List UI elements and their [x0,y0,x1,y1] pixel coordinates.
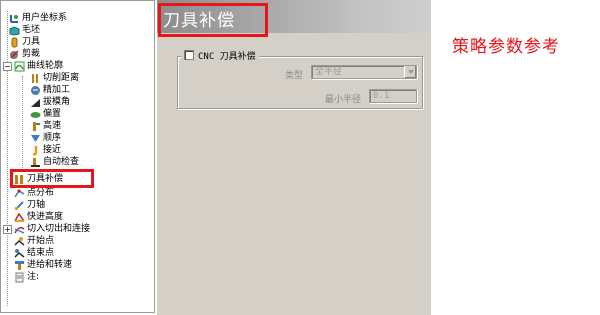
tree-item-label: 剪裁 [22,49,41,59]
tree-item-label: 用户坐标系 [22,13,68,23]
cnc-compensation-checkbox[interactable] [184,50,194,60]
chevron-down-icon[interactable] [404,66,416,78]
settings-panel: 刀具补偿 CNC 刀具补偿 类型 全半径 最小半径 0.1 [157,0,431,315]
type-select-value: 全半径 [315,67,343,77]
collapse-toggle[interactable]: − [3,62,12,71]
tree-item-label: 开始点 [27,236,55,246]
tree-item-label: 快进高度 [27,212,64,222]
tree-item-end-point[interactable]: 结束点 [14,247,54,259]
tree-item-label: 点分布 [27,188,55,198]
type-select[interactable]: 全半径 [311,65,417,79]
end-point-icon [14,248,25,259]
approach-icon [30,145,41,156]
tree-item-stock[interactable]: 毛坯 [9,24,40,36]
cnc-compensation-label: CNC 刀具补偿 [198,51,256,62]
tree-item-offset[interactable]: 偏置 [30,108,61,120]
tree-item-rapid-height[interactable]: 快进高度 [14,211,63,223]
draft-angle-icon [30,97,41,108]
min-radius-label: 最小半径 [325,95,362,105]
high-speed-icon [30,121,41,132]
tree-item-high-speed[interactable]: 高速 [30,120,61,132]
annotation-text: 策略参数参考 [452,37,560,57]
order-icon [30,133,41,144]
tree-connector [7,11,8,306]
tree-item-label: 刀具 [22,37,41,47]
point-distribution-icon [14,188,25,199]
tree-item-feed-speed[interactable]: 进给和转速 [14,259,72,271]
tree-item-label: 毛坯 [22,25,41,35]
tree-item-label: 自动检查 [43,157,80,167]
tree-item-finishing[interactable]: 精加工 [30,84,70,96]
tree-item-point-distribution[interactable]: 点分布 [14,187,54,199]
tree-item-leads-links[interactable]: 切入切出和连接 [14,223,90,235]
type-label: 类型 [285,71,304,81]
tree-item-trim[interactable]: 剪裁 [9,48,40,60]
tree-item-label: 顺序 [43,133,62,143]
feed-speed-icon [14,260,25,271]
auto-check-icon [30,157,41,168]
cnc-compensation-toggle[interactable]: CNC 刀具补偿 [181,48,259,62]
strategy-tree[interactable]: 用户坐标系 毛坯 刀具 剪裁 − 曲线轮廓 切削距离 精加工 拔模角 偏置 高速… [0,0,155,313]
tree-item-label: 接近 [43,145,62,155]
title-highlight [158,3,268,37]
tree-item-user-coordinate[interactable]: 用户坐标系 [9,12,67,24]
tool-icon [9,37,20,48]
tree-connector [22,76,23,168]
tree-item-label: 曲线轮廓 [27,61,64,71]
tree-item-label: 精加工 [43,85,71,95]
tree-item-tool-axis[interactable]: 刀轴 [14,199,45,211]
tree-item-cut-distance[interactable]: 切削距离 [30,72,79,84]
tree-item-label: 进给和转速 [27,260,73,270]
finishing-icon [30,85,41,96]
min-radius-input[interactable]: 0.1 [369,89,417,103]
tree-selection-highlight [10,169,94,188]
tree-item-draft-angle[interactable]: 拔模角 [30,96,70,108]
tree-item-order[interactable]: 顺序 [30,132,61,144]
min-radius-value: 0.1 [373,91,390,101]
rapid-height-icon [14,212,25,223]
tree-item-curve-profile[interactable]: 曲线轮廓 [14,60,63,72]
tree-item-notes[interactable]: 注: [14,271,39,283]
leads-links-icon [14,224,25,235]
tree-item-label: 结束点 [27,248,55,258]
curve-profile-icon [14,61,25,72]
tree-item-start-point[interactable]: 开始点 [14,235,54,247]
start-point-icon [14,236,25,247]
tree-item-label: 偏置 [43,109,62,119]
expand-toggle[interactable]: + [3,225,12,234]
cut-distance-icon [30,73,41,84]
tree-item-label: 高速 [43,121,62,131]
tree-item-label: 切入切出和连接 [27,224,91,234]
trim-icon [9,49,20,60]
notes-icon [14,272,25,283]
tree-item-label: 刀轴 [27,200,46,210]
stock-block-icon [9,25,20,36]
tree-item-tool[interactable]: 刀具 [9,36,40,48]
tree-item-auto-check[interactable]: 自动检查 [30,156,79,168]
tool-axis-icon [14,200,25,211]
tree-item-label: 注: [27,272,40,282]
tree-item-approach[interactable]: 接近 [30,144,61,156]
tree-item-label: 切削距离 [43,73,80,83]
tree-item-label: 拔模角 [43,97,71,107]
offset-icon [30,109,41,120]
user-coordinate-icon [9,13,20,24]
